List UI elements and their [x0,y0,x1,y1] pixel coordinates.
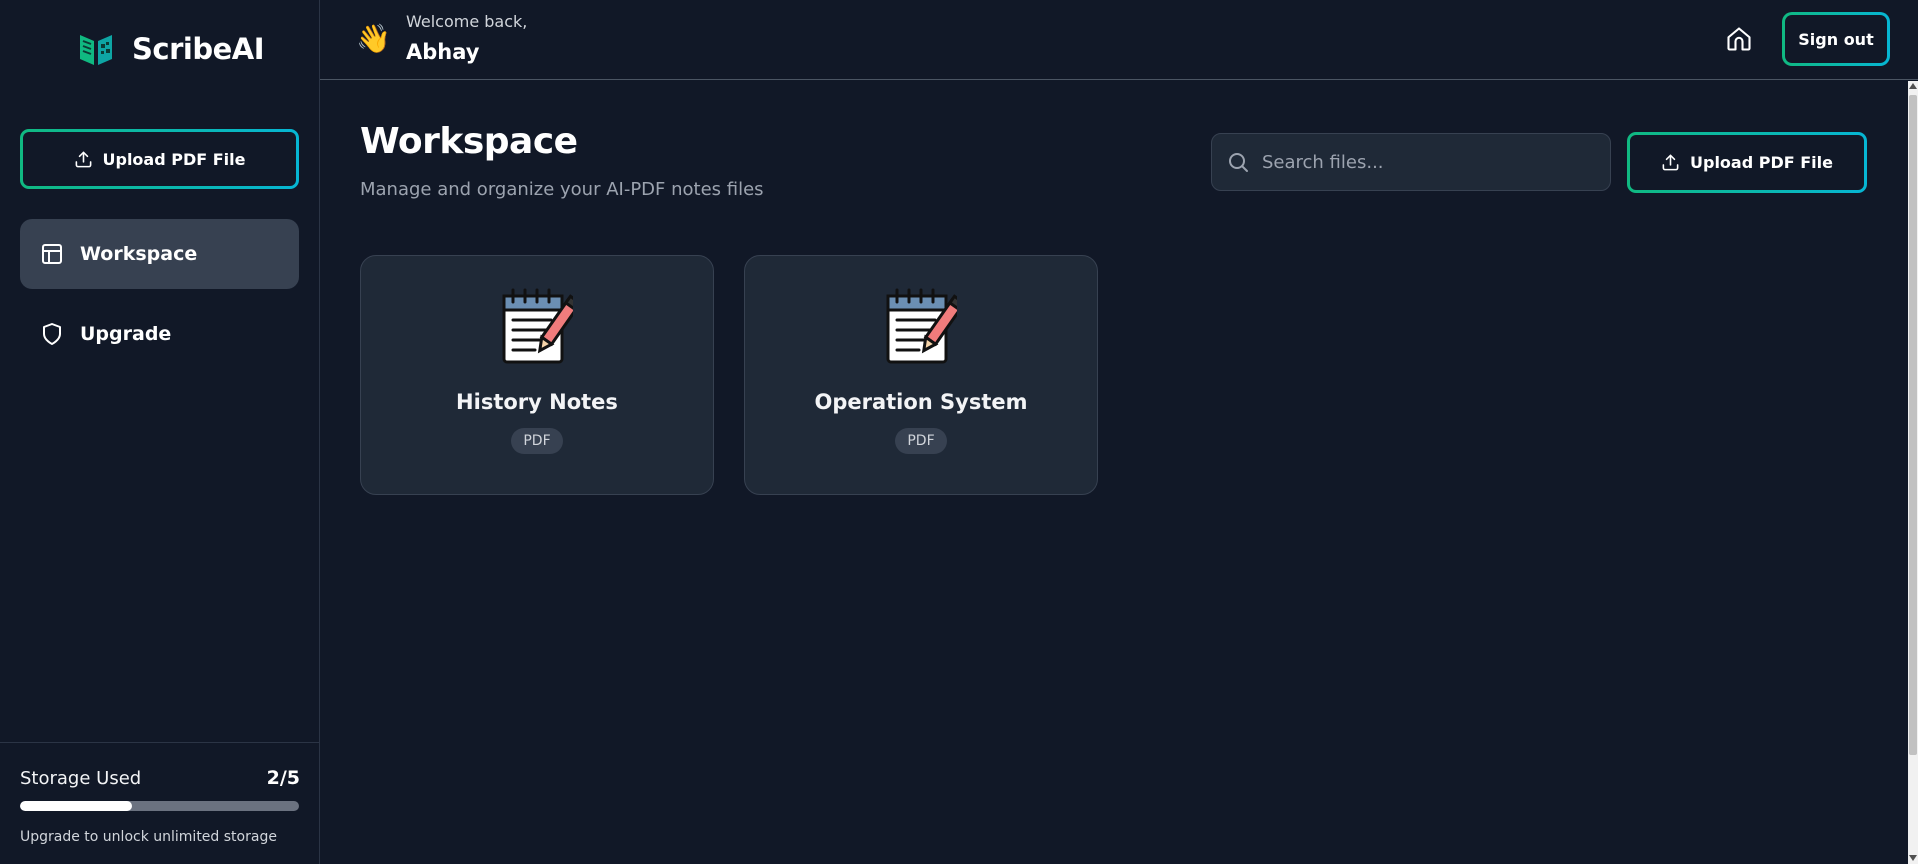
sidebar-upload-pdf-button[interactable]: Upload PDF File [20,129,299,189]
sidebar-item-label: Workspace [80,243,198,265]
storage-progress-fill [20,801,132,811]
storage-panel: Storage Used 2/5 Upgrade to unlock unlim… [0,742,320,864]
top-header: 👋 Welcome back, Abhay Sign out [320,0,1918,80]
upload-icon [1662,154,1679,171]
file-card[interactable]: History Notes PDF [360,255,714,495]
search-icon [1229,153,1248,172]
scroll-up-arrow-icon[interactable] [1909,83,1917,89]
storage-progress-bar [20,801,299,811]
wave-emoji-icon: 👋 [356,22,391,55]
storage-count: 2/5 [266,767,300,789]
notepad-pencil-icon [502,288,573,364]
file-card-title: Operation System [814,390,1028,414]
file-card[interactable]: Operation System PDF [744,255,1098,495]
file-type-badge: PDF [511,428,563,454]
layout-icon [42,244,62,264]
notepad-pencil-icon [886,288,957,364]
search-box[interactable] [1211,133,1611,191]
sidebar-item-upgrade[interactable]: Upgrade [20,299,299,369]
app-name: ScribeAI [132,32,264,66]
home-icon [1727,27,1751,51]
scroll-thumb[interactable] [1909,95,1917,755]
file-card-title: History Notes [456,390,618,414]
username: Abhay [406,40,480,64]
vertical-scrollbar[interactable] [1908,81,1918,864]
sidebar-item-label: Upgrade [80,323,172,345]
storage-label: Storage Used [20,767,142,789]
sign-out-button[interactable]: Sign out [1782,12,1890,66]
shield-icon [43,323,61,345]
app-root: ScribeAI Upload PDF File Workspace Upgra… [0,0,1918,864]
brand[interactable]: ScribeAI [76,26,264,72]
main-content: Workspace Manage and organize your AI-PD… [320,81,1908,864]
sign-out-label: Sign out [1798,29,1874,49]
page-title: Workspace [360,121,578,162]
sidebar: ScribeAI Upload PDF File Workspace Upgra… [0,0,320,864]
main-upload-pdf-button[interactable]: Upload PDF File [1627,132,1867,193]
sidebar-item-workspace[interactable]: Workspace [20,219,299,289]
storage-upgrade-note: Upgrade to unlock unlimited storage [20,829,277,845]
search-input[interactable] [1262,151,1592,173]
page-subtitle: Manage and organize your AI-PDF notes fi… [360,179,764,200]
home-button[interactable] [1722,22,1756,56]
welcome-text: Welcome back, [406,12,528,31]
book-logo-icon [80,35,112,65]
file-grid: History Notes PDF Operation System PDF [360,255,1098,495]
sidebar-upload-label: Upload PDF File [102,149,246,169]
scroll-down-arrow-icon[interactable] [1909,855,1917,861]
main-upload-label: Upload PDF File [1690,153,1833,172]
upload-icon [75,151,91,167]
file-type-badge: PDF [895,428,947,454]
